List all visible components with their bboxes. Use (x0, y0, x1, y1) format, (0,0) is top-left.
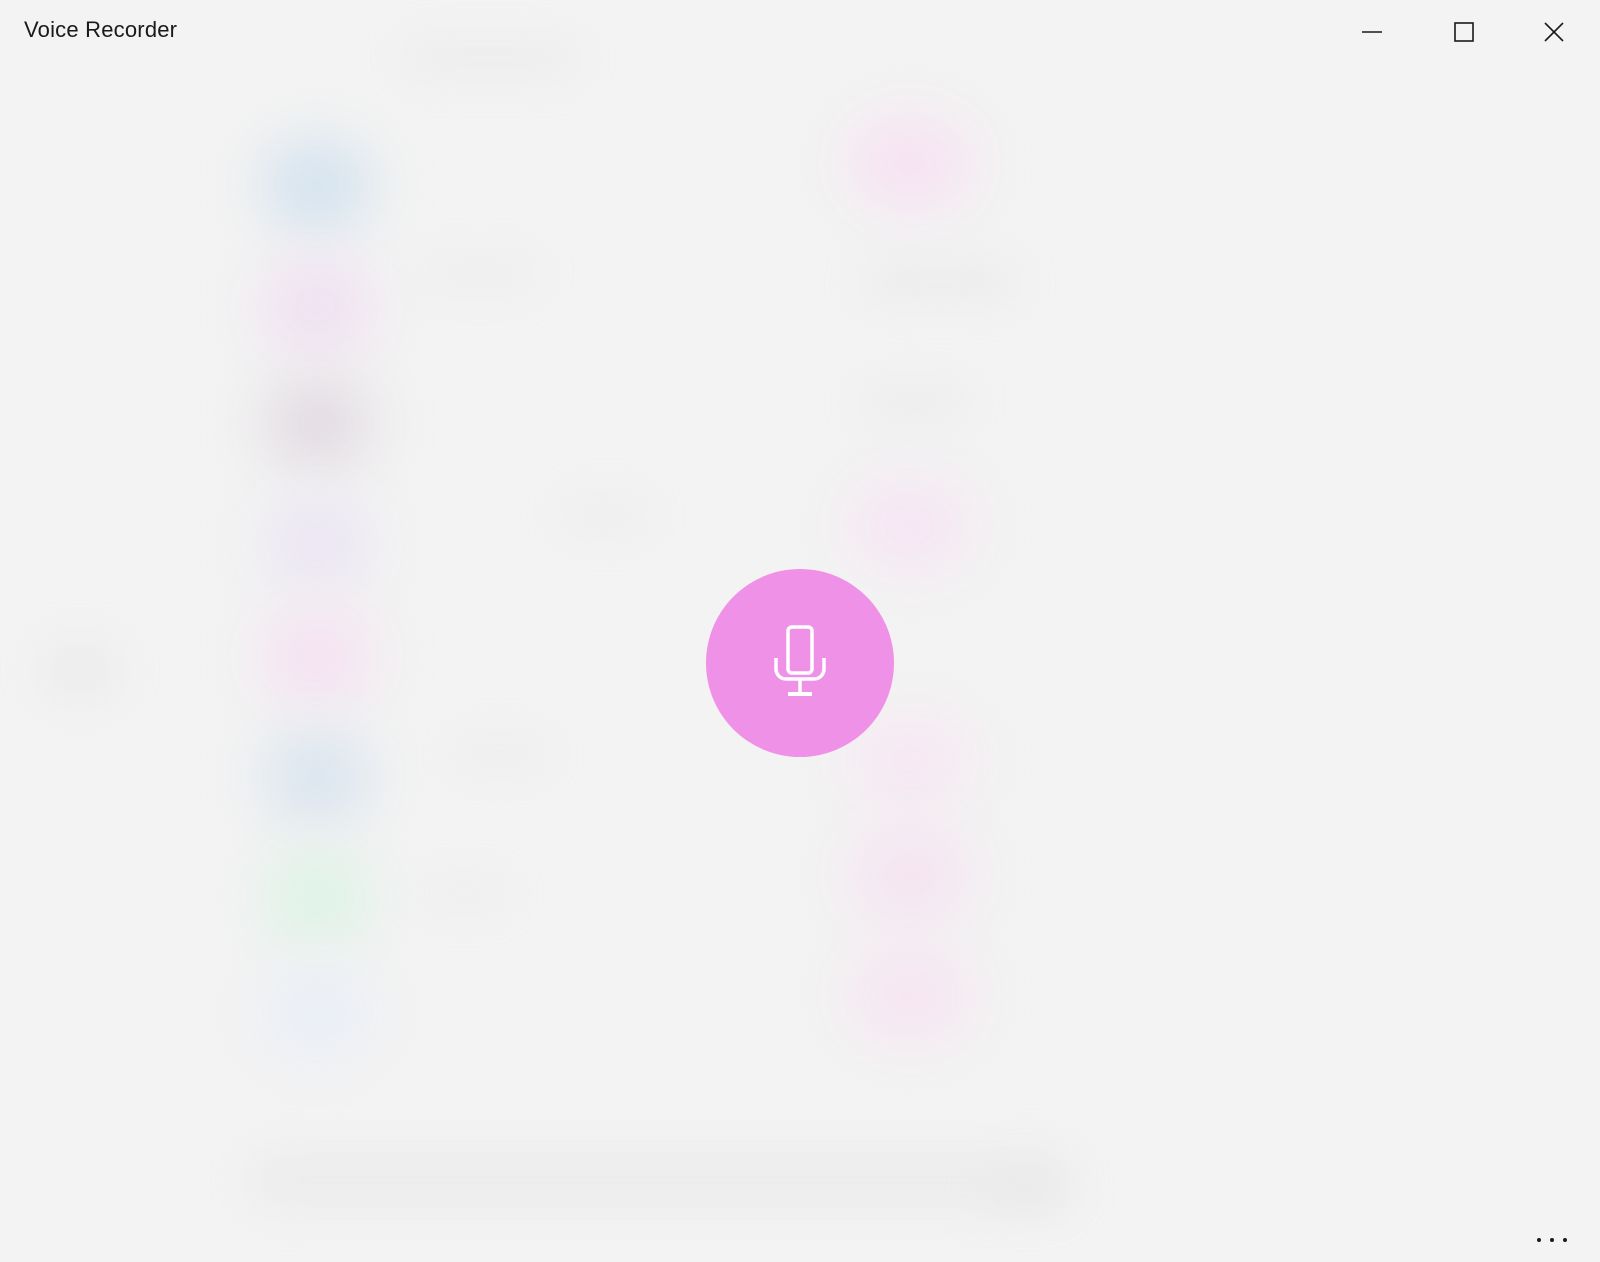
minimize-icon (1362, 31, 1382, 33)
title-bar[interactable]: Voice Recorder (0, 0, 1600, 64)
close-button[interactable] (1508, 0, 1600, 64)
minimize-button[interactable] (1326, 0, 1418, 64)
maximize-icon (1454, 22, 1474, 42)
record-button[interactable] (706, 569, 894, 757)
more-options-icon (1537, 1238, 1567, 1242)
close-icon (1544, 22, 1564, 42)
more-options-button[interactable] (1512, 1222, 1592, 1258)
app-title: Voice Recorder (24, 17, 178, 42)
maximize-button[interactable] (1418, 0, 1510, 64)
microphone-icon (774, 625, 826, 696)
voice-recorder-window: Voice Recorder (0, 0, 1600, 1262)
